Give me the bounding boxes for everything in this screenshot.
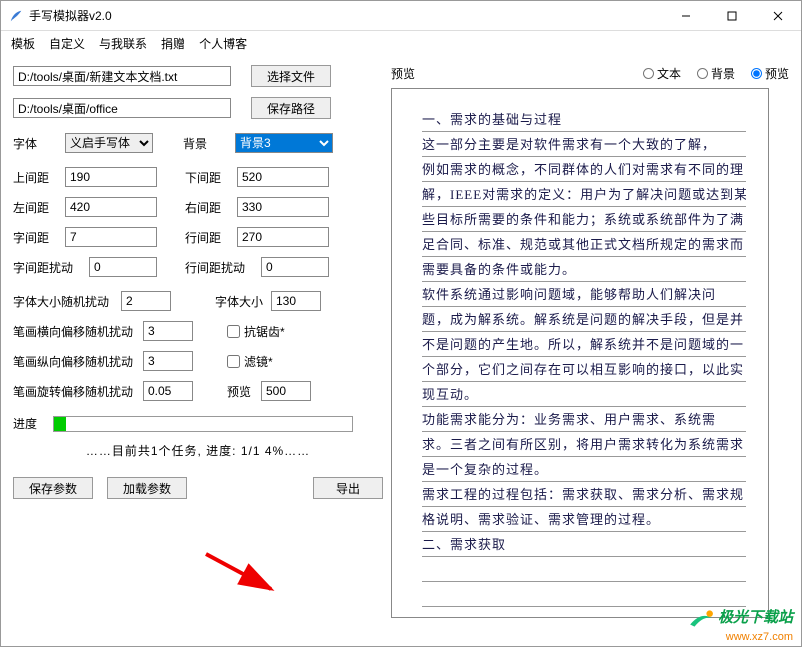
handwriting-line: 二、需求获取 xyxy=(422,532,746,557)
char-rand-input[interactable] xyxy=(89,257,157,277)
bottom-margin-input[interactable] xyxy=(237,167,329,187)
right-margin-input[interactable] xyxy=(237,197,329,217)
preview-arg-label: 预览 xyxy=(227,383,261,400)
save-path-input[interactable] xyxy=(13,98,231,118)
preview-arg-input[interactable] xyxy=(261,381,311,401)
maximize-button[interactable] xyxy=(709,1,755,31)
bg-label: 背景 xyxy=(183,135,235,152)
save-params-button[interactable]: 保存参数 xyxy=(13,477,93,499)
size-rand-label: 字体大小随机扰动 xyxy=(13,293,121,310)
stroke-h-input[interactable] xyxy=(143,321,193,341)
right-margin-label: 右间距 xyxy=(185,199,237,216)
menu-custom[interactable]: 自定义 xyxy=(49,35,85,52)
line-rand-input[interactable] xyxy=(261,257,329,277)
progress-status: ……目前共1个任务, 进度: 1/1 4%…… xyxy=(13,442,383,459)
titlebar: 手写模拟器v2.0 xyxy=(1,1,801,31)
line-space-input[interactable] xyxy=(237,227,329,247)
handwriting-line: 格说明、需求验证、需求管理的过程。 xyxy=(422,507,746,532)
preview-canvas: 一、需求的基础与过程这一部分主要是对软件需求有一个大致的了解，例如需求的概念，不… xyxy=(391,88,769,618)
menu-blog[interactable]: 个人博客 xyxy=(199,35,247,52)
handwriting-line: 需求工程的过程包括：需求获取、需求分析、需求规 xyxy=(422,482,746,507)
watermark-text: 极光下载站 xyxy=(718,609,793,626)
line-rand-label: 行间距扰动 xyxy=(185,259,255,276)
radio-preview[interactable]: 预览 xyxy=(751,65,789,82)
handwriting-line: 足合同、标准、规范或其他正式文档所规定的需求而 xyxy=(422,232,746,257)
handwriting-line: 些目标所需要的条件和能力；系统或系统部件为了满 xyxy=(422,207,746,232)
font-select[interactable]: 义启手写体 xyxy=(65,133,153,153)
export-button[interactable]: 导出 xyxy=(313,477,383,499)
watermark-url: www.xz7.com xyxy=(688,631,793,643)
handwriting-line: 软件系统通过影响问题域，能够帮助人们解决问 xyxy=(422,282,746,307)
size-input[interactable] xyxy=(271,291,321,311)
stroke-v-label: 笔画纵向偏移随机扰动 xyxy=(13,353,143,370)
line-space-label: 行间距 xyxy=(185,229,237,246)
filter-checkbox[interactable] xyxy=(227,355,240,368)
radio-text[interactable]: 文本 xyxy=(643,65,681,82)
stroke-r-input[interactable] xyxy=(143,381,193,401)
window-title: 手写模拟器v2.0 xyxy=(29,7,663,24)
app-icon xyxy=(9,9,23,23)
preview-title: 预览 xyxy=(391,65,415,82)
menu-template[interactable]: 模板 xyxy=(11,35,35,52)
handwriting-line: 是一个复杂的过程。 xyxy=(422,457,746,482)
watermark: 极光下载站 www.xz7.com xyxy=(688,605,793,643)
handwriting-line: 解，IEEE对需求的定义：用户为了解决问题或达到某 xyxy=(422,182,746,207)
bottom-margin-label: 下间距 xyxy=(185,169,237,186)
handwriting-line: 不是问题的产生地。所以，解系统并不是问题域的一 xyxy=(422,332,746,357)
minimize-button[interactable] xyxy=(663,1,709,31)
menu-contact[interactable]: 与我联系 xyxy=(99,35,147,52)
aa-label: 抗锯齿* xyxy=(244,323,285,340)
aa-checkbox[interactable] xyxy=(227,325,240,338)
size-label: 字体大小 xyxy=(215,293,271,310)
handwriting-line: 这一部分主要是对软件需求有一个大致的了解， xyxy=(422,132,746,157)
char-space-input[interactable] xyxy=(65,227,157,247)
menu-donate[interactable]: 捐赠 xyxy=(161,35,185,52)
stroke-v-input[interactable] xyxy=(143,351,193,371)
right-panel: 预览 文本 背景 预览 一、需求的基础与过程这一部分主要是对软件需求有一个大致的… xyxy=(383,65,789,618)
handwriting-line xyxy=(422,582,746,607)
handwriting-line xyxy=(422,557,746,582)
progress-label: 进度 xyxy=(13,415,53,432)
menubar: 模板 自定义 与我联系 捐赠 个人博客 xyxy=(1,31,801,55)
progress-bar xyxy=(53,416,353,432)
handwriting-line: 求。三者之间有所区别，将用户需求转化为系统需求 xyxy=(422,432,746,457)
left-panel: 选择文件 保存路径 字体 义启手写体 背景 背景3 上间距 下间距 左间距 右间… xyxy=(13,65,383,618)
char-space-label: 字间距 xyxy=(13,229,65,246)
top-margin-input[interactable] xyxy=(65,167,157,187)
handwriting-line: 题，成为解系统。解系统是问题的解决手段，但是并 xyxy=(422,307,746,332)
watermark-logo-icon xyxy=(688,605,714,631)
save-path-button[interactable]: 保存路径 xyxy=(251,97,331,119)
stroke-h-label: 笔画横向偏移随机扰动 xyxy=(13,323,143,340)
font-label: 字体 xyxy=(13,135,65,152)
top-margin-label: 上间距 xyxy=(13,169,65,186)
handwriting-line: 现互动。 xyxy=(422,382,746,407)
handwriting-line: 需要具备的条件或能力。 xyxy=(422,257,746,282)
close-button[interactable] xyxy=(755,1,801,31)
char-rand-label: 字间距扰动 xyxy=(13,259,83,276)
handwriting-line: 一、需求的基础与过程 xyxy=(422,107,746,132)
bg-select[interactable]: 背景3 xyxy=(235,133,333,153)
choose-file-button[interactable]: 选择文件 xyxy=(251,65,331,87)
left-margin-input[interactable] xyxy=(65,197,157,217)
size-rand-input[interactable] xyxy=(121,291,171,311)
load-params-button[interactable]: 加载参数 xyxy=(107,477,187,499)
handwriting-line: 个部分，它们之间存在可以相互影响的接口，以此实 xyxy=(422,357,746,382)
left-margin-label: 左间距 xyxy=(13,199,65,216)
stroke-r-label: 笔画旋转偏移随机扰动 xyxy=(13,383,143,400)
handwriting-line: 功能需求能分为：业务需求、用户需求、系统需 xyxy=(422,407,746,432)
filter-label: 滤镜* xyxy=(244,353,273,370)
handwriting-line: 例如需求的概念，不同群体的人们对需求有不同的理 xyxy=(422,157,746,182)
preview-mode-radios: 文本 背景 预览 xyxy=(643,65,789,82)
radio-bg[interactable]: 背景 xyxy=(697,65,735,82)
source-file-input[interactable] xyxy=(13,66,231,86)
